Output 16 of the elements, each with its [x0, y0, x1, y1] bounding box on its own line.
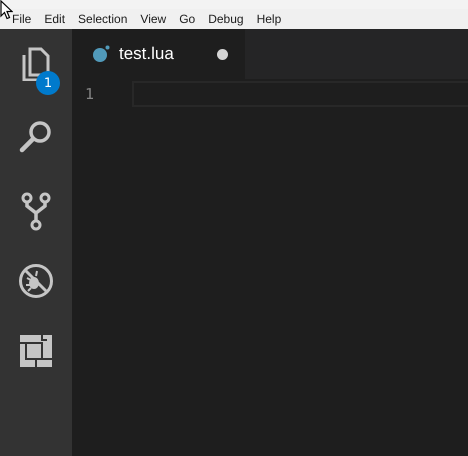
count-badge: 1 — [36, 71, 60, 95]
menu-item[interactable]: View — [133, 12, 172, 26]
extensions-icon[interactable] — [20, 335, 52, 367]
branch-icon[interactable] — [21, 191, 51, 231]
unsaved-dot-icon[interactable] — [217, 48, 228, 60]
no-bug-icon[interactable] — [18, 263, 54, 299]
menu-item[interactable]: Go — [172, 12, 202, 26]
mouse-pointer-icon — [0, 0, 13, 20]
menu-item[interactable]: Edit — [37, 12, 72, 26]
menu-item[interactable]: Selection — [71, 12, 134, 26]
editor-tab[interactable]: test.lua — [72, 29, 245, 79]
menu-item[interactable]: Help — [250, 12, 288, 26]
lua-file-icon — [92, 45, 110, 63]
line-number: 1 — [84, 84, 95, 105]
tab-label: test.lua — [119, 44, 175, 64]
menu-item[interactable]: Debug — [201, 12, 250, 26]
